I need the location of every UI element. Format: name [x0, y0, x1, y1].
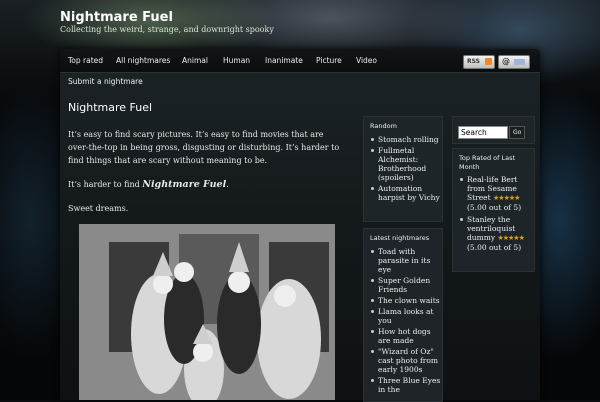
main-nav: Top rated All nightmares Animal Human In…: [60, 49, 540, 73]
submit-nightmare-link[interactable]: Submit a nightmare: [68, 77, 143, 86]
latest-item[interactable]: How hot dogs are made: [364, 327, 442, 345]
top-rated-widget: Top Rated of Last Month Real-life Bert f…: [452, 148, 535, 272]
nav-video[interactable]: Video: [356, 49, 377, 72]
random-item[interactable]: Fullmetal Alchemist: Brotherhood (spoile…: [364, 146, 442, 182]
site-tagline: Collecting the weird, strange, and downr…: [60, 25, 274, 34]
site-title[interactable]: Nightmare Fuel: [60, 10, 173, 25]
latest-item[interactable]: Llama looks at you: [364, 307, 442, 325]
latest-item[interactable]: The clown waits: [364, 296, 442, 305]
at-sign-icon: @: [502, 57, 510, 66]
random-item[interactable]: Stomach rolling: [364, 135, 442, 144]
closing-paragraph: Sweet dreams.: [68, 204, 129, 213]
rating-text: (5.00 out of 5): [467, 243, 522, 252]
random-list: Stomach rolling Fullmetal Alchemist: Bro…: [364, 135, 442, 202]
search-go-button[interactable]: Go: [509, 126, 526, 139]
random-widget: Random Stomach rolling Fullmetal Alchemi…: [363, 116, 443, 222]
random-item[interactable]: Automation harpist by Vichy: [364, 184, 442, 202]
top-rated-list: Real-life Bert from Sesame Street ★★★★★ …: [453, 175, 534, 252]
top-rated-item: Stanley the ventriloquist dummy ★★★★★ (5…: [453, 215, 534, 252]
rating-text: (5.00 out of 5): [467, 203, 522, 212]
nav-inanimate[interactable]: Inanimate: [265, 49, 303, 72]
nav-animal[interactable]: Animal: [182, 49, 208, 72]
top-rated-item: Real-life Bert from Sesame Street ★★★★★ …: [453, 175, 534, 212]
star-rating-icon: ★★★★★: [497, 234, 524, 242]
rss-feed-button[interactable]: RSS: [463, 55, 495, 69]
content-box: Top rated All nightmares Animal Human In…: [60, 49, 540, 402]
nav-top-rated[interactable]: Top rated: [68, 49, 103, 72]
nav-picture[interactable]: Picture: [316, 49, 342, 72]
emphasis-paragraph: It’s harder to find Nightmare Fuel.: [68, 179, 229, 190]
search-input[interactable]: Search: [458, 126, 508, 139]
intro-paragraph: It’s easy to find scary pictures. It’s e…: [68, 130, 340, 165]
nightmare-fuel-emphasis: Nightmare Fuel: [142, 179, 227, 190]
rss-icon: [485, 58, 492, 65]
clowns-photo: [79, 224, 335, 400]
latest-item[interactable]: Toad with parasite in its eye: [364, 247, 442, 274]
envelope-icon: [514, 59, 525, 65]
email-feed-button[interactable]: @: [498, 55, 530, 69]
latest-item[interactable]: "Wizard of Oz" cast photo from early 190…: [364, 347, 442, 374]
latest-list: Toad with parasite in its eye Super Gold…: [364, 247, 442, 394]
page-title: Nightmare Fuel: [68, 101, 153, 114]
latest-nightmares-widget: Latest nightmares Toad with parasite in …: [363, 228, 443, 402]
latest-item[interactable]: Super Golden Friends: [364, 276, 442, 294]
nav-all-nightmares[interactable]: All nightmares: [116, 49, 170, 72]
top-rated-widget-title: Top Rated of Last Month: [459, 154, 516, 171]
star-rating-icon: ★★★★★: [493, 194, 520, 202]
search-widget: Search Go: [452, 116, 535, 144]
nav-human[interactable]: Human: [223, 49, 250, 72]
latest-widget-title: Latest nightmares: [370, 234, 430, 242]
latest-item[interactable]: Three Blue Eyes in the: [364, 376, 442, 394]
rss-label: RSS: [467, 58, 480, 65]
random-widget-title: Random: [370, 122, 397, 130]
